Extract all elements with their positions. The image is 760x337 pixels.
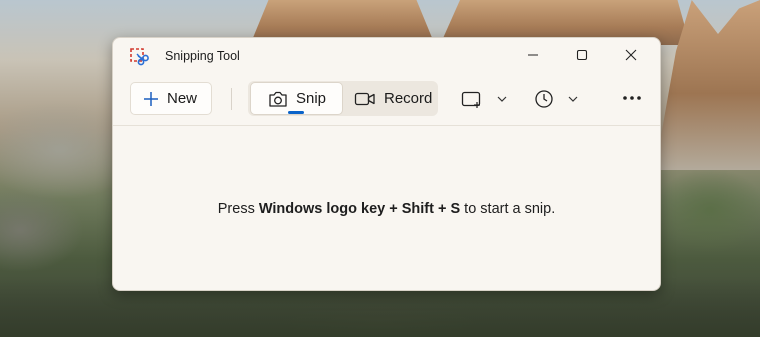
snipping-tool-window: Snipping Tool New Snip Record Press Wind…: [112, 37, 661, 291]
toolbar-divider: [113, 125, 660, 126]
rectangle-mode-icon: [461, 91, 481, 108]
more-options-icon: [623, 96, 641, 100]
hint-shortcut-keys: Windows logo key + Shift + S: [258, 201, 461, 217]
chevron-down-icon: [497, 96, 507, 102]
toolbar-separator: [231, 88, 232, 110]
more-options-button[interactable]: [621, 87, 643, 109]
clock-icon: [535, 89, 553, 108]
toolbar: New Snip Record: [113, 78, 660, 122]
shortcut-hint: Press Windows logo key + Shift + S to st…: [113, 201, 660, 217]
close-button[interactable]: [607, 38, 655, 72]
video-camera-icon: [354, 92, 375, 105]
new-button[interactable]: New: [130, 82, 212, 115]
plus-icon: [144, 91, 158, 106]
maximize-button[interactable]: [558, 38, 606, 72]
snip-button-label: Snip: [296, 90, 327, 107]
record-button-label: Record: [384, 90, 433, 107]
snipping-mode-dropdown[interactable]: [461, 82, 507, 115]
window-title: Snipping Tool: [165, 49, 240, 63]
chevron-down-icon: [568, 96, 578, 102]
delay-dropdown[interactable]: [534, 82, 578, 115]
camera-icon: [269, 91, 287, 107]
close-icon: [625, 49, 637, 61]
snip-selected-indicator: [288, 111, 304, 114]
title-bar[interactable]: Snipping Tool: [113, 38, 660, 74]
snipping-tool-app-icon: [129, 47, 149, 67]
new-button-label: New: [167, 90, 198, 107]
record-mode-button[interactable]: Record: [350, 82, 438, 115]
minimize-icon: [528, 54, 538, 56]
hint-suffix: to start a snip.: [460, 201, 556, 217]
hint-prefix: Press: [217, 201, 259, 217]
maximize-icon: [576, 49, 588, 61]
minimize-button[interactable]: [509, 38, 557, 72]
